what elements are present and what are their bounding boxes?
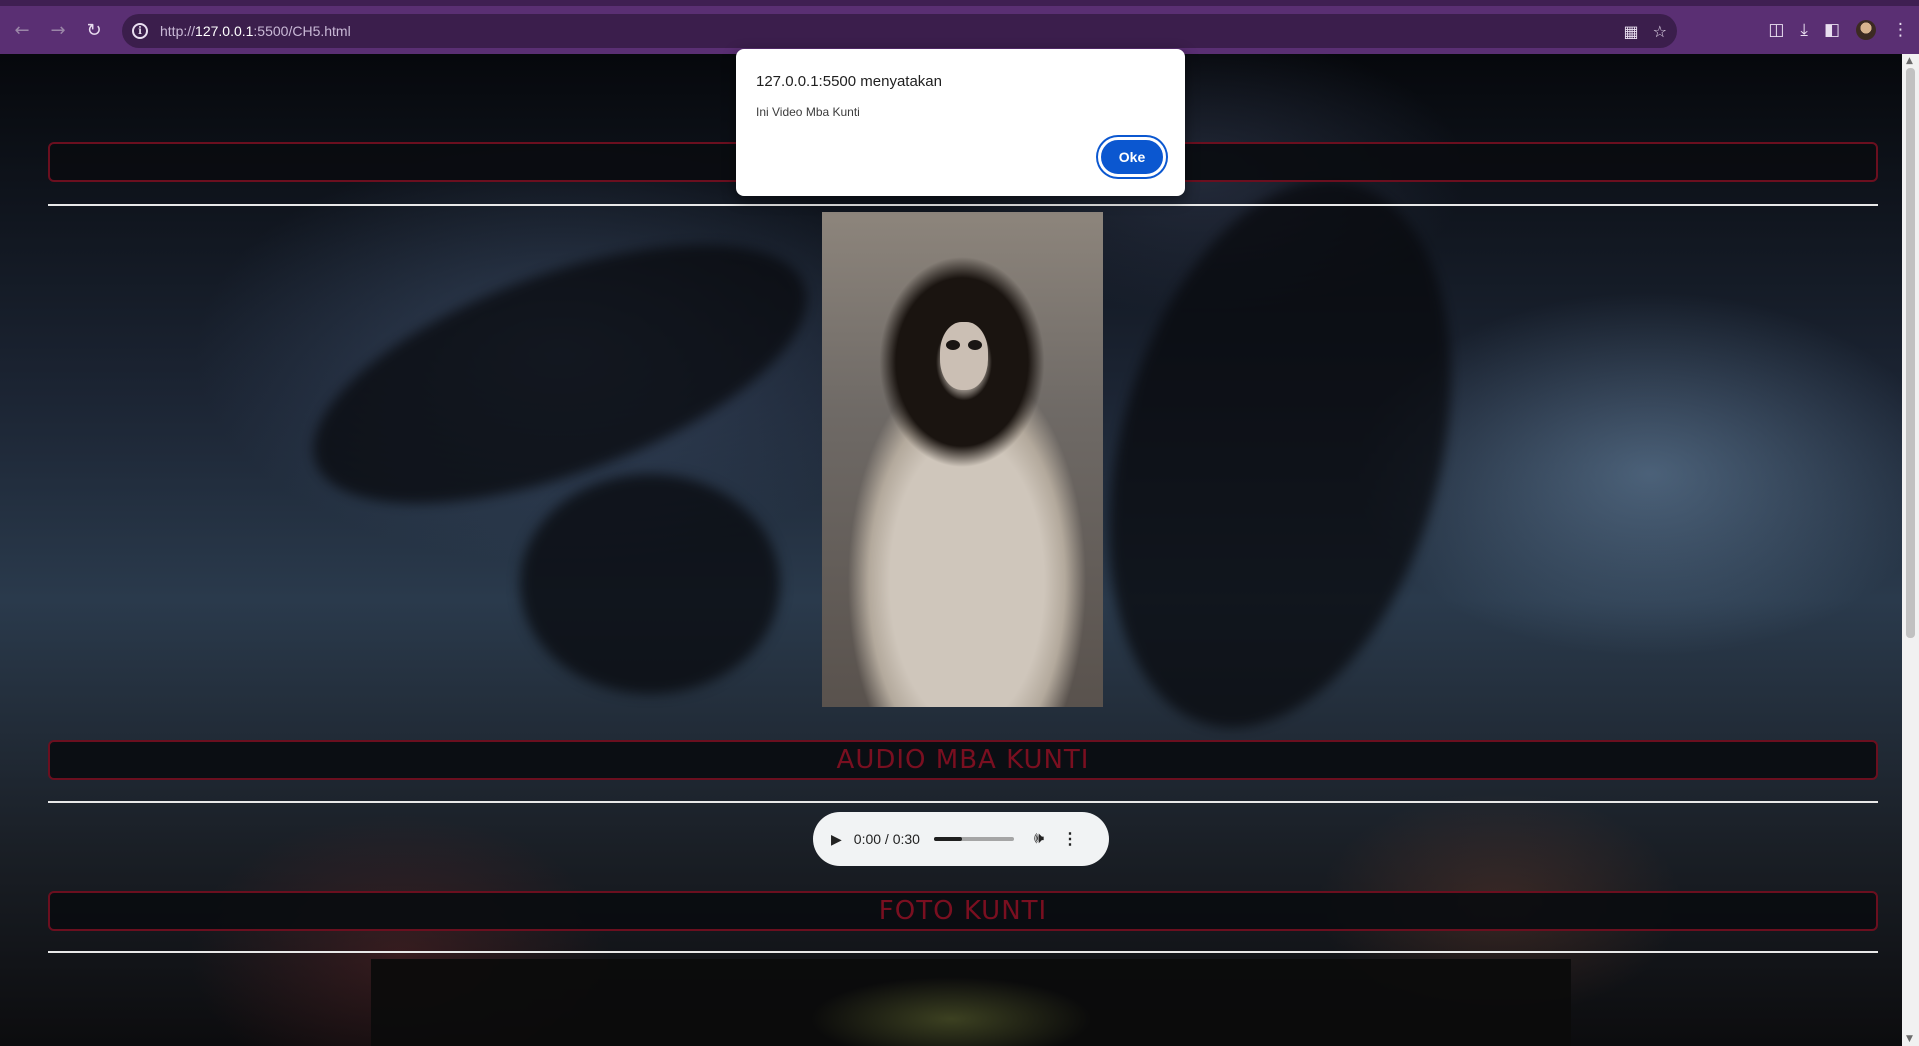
photo-content <box>751 959 1151 1046</box>
download-icon[interactable]: ⤓ <box>1800 20 1808 40</box>
address-bar-actions: ▦ ☆ <box>1624 14 1667 48</box>
background-art-shadow <box>520 474 780 694</box>
volume-icon[interactable]: 🕪 <box>1034 830 1044 848</box>
audio-heading-banner: AUDIO MBA KUNTI <box>48 740 1878 780</box>
extensions-icon[interactable]: ◫ <box>1768 20 1784 40</box>
url-path: :5500/CH5.html <box>253 23 351 39</box>
divider <box>48 204 1878 206</box>
ok-button[interactable]: Oke <box>1098 137 1166 177</box>
video-player[interactable] <box>822 212 1103 707</box>
more-options-icon[interactable]: ⋮ <box>1062 829 1078 849</box>
url-host: 127.0.0.1 <box>195 23 254 39</box>
divider <box>48 801 1878 803</box>
audio-player[interactable]: ▶ 0:00 / 0:30 🕪 ⋮ <box>813 812 1109 866</box>
toolbar-actions: ◫ ⤓ ◧ ⋮ <box>1768 6 1909 54</box>
photo-image <box>371 959 1571 1046</box>
dialog-message: Ini Video Mba Kunti <box>756 105 860 119</box>
url-text[interactable]: http://127.0.0.1:5500/CH5.html <box>160 23 351 39</box>
background-art-shadow <box>281 191 839 557</box>
menu-kebab-icon[interactable]: ⋮ <box>1892 20 1909 40</box>
video-frame-detail <box>968 340 982 350</box>
reload-icon[interactable]: ↻ <box>80 16 108 44</box>
background-art-shadow <box>1052 142 1508 766</box>
divider <box>48 951 1878 953</box>
audio-time: 0:00 / 0:30 <box>853 831 920 847</box>
audio-heading: AUDIO MBA KUNTI <box>836 745 1090 775</box>
scroll-down-arrow-icon[interactable]: ▼ <box>1906 1034 1913 1044</box>
video-frame-detail <box>946 340 960 350</box>
page-scrollbar[interactable]: ▲ ▼ <box>1902 54 1919 1046</box>
site-info-icon[interactable]: i <box>132 23 148 39</box>
audio-seek-fill <box>933 837 962 841</box>
dialog-title: 127.0.0.1:5500 menyatakan <box>756 73 942 90</box>
profile-avatar[interactable] <box>1856 20 1876 40</box>
star-icon[interactable]: ☆ <box>1653 22 1667 41</box>
browser-toolbar: ← → ↻ i http://127.0.0.1:5500/CH5.html ▦… <box>0 0 1919 54</box>
address-bar[interactable]: i http://127.0.0.1:5500/CH5.html ▦ ☆ <box>122 14 1677 48</box>
audio-seek-bar[interactable] <box>933 837 1014 841</box>
alert-dialog: 127.0.0.1:5500 menyatakan Ini Video Mba … <box>736 49 1185 196</box>
photo-heading-banner: FOTO KUNTI <box>48 891 1878 931</box>
translate-icon[interactable]: ▦ <box>1624 22 1639 41</box>
scrollbar-thumb[interactable] <box>1906 68 1915 638</box>
side-panel-icon[interactable]: ◧ <box>1824 20 1840 40</box>
scroll-up-arrow-icon[interactable]: ▲ <box>1906 56 1913 66</box>
video-frame-figure <box>940 322 988 390</box>
forward-icon[interactable]: → <box>44 16 72 44</box>
play-icon[interactable]: ▶ <box>831 831 842 848</box>
back-icon[interactable]: ← <box>8 16 36 44</box>
photo-heading: FOTO KUNTI <box>878 896 1048 926</box>
url-prefix: http:// <box>160 23 196 39</box>
